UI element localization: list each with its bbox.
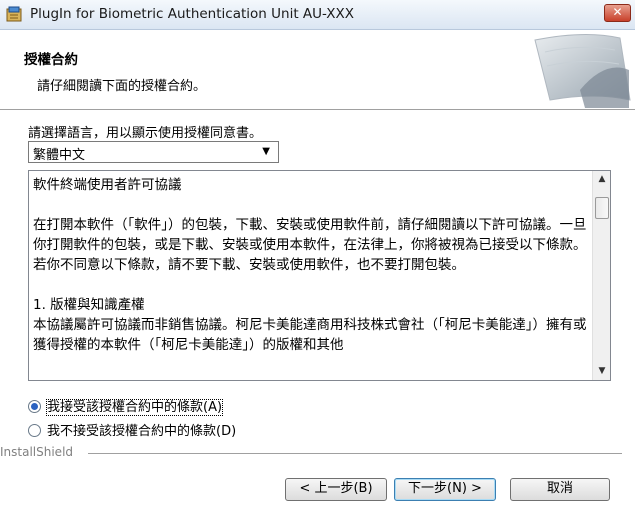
accept-label: 我接受該授權合約中的條款(A) <box>45 399 224 416</box>
license-scrollbar[interactable]: ▲ ▼ <box>592 171 610 380</box>
scroll-thumb[interactable] <box>595 197 609 219</box>
page-title: 授權合約 <box>24 52 78 68</box>
decline-label: 我不接受該授權合約中的條款(D) <box>47 424 237 439</box>
decline-radio[interactable] <box>28 424 41 437</box>
accept-radio[interactable] <box>28 400 41 413</box>
license-paragraph: 本協議屬許可協議而非銷售協議。柯尼卡美能達商用科技株式會社（「柯尼卡美能達」）擁… <box>33 317 587 353</box>
license-textbox[interactable]: 軟件終端使用者許可協議 在打開本軟件（「軟件」）的包裝，下載、安裝或使用軟件前，… <box>28 170 611 381</box>
close-icon: ✕ <box>612 5 623 19</box>
header-decoration-icon <box>534 33 631 108</box>
license-paragraph: 在打開本軟件（「軟件」）的包裝，下載、安裝或使用軟件前，請仔細閱讀以下許可協議。… <box>33 217 587 273</box>
next-button[interactable]: 下一步(N) > <box>394 478 496 501</box>
back-button[interactable]: < 上一步(B) <box>285 478 387 501</box>
installshield-brand: InstallShield <box>0 445 74 459</box>
chevron-down-icon: ▼ <box>262 146 270 157</box>
decline-option[interactable]: 我不接受該授權合約中的條款(D) <box>28 420 236 439</box>
language-label: 請選擇語言，用以顯示使用授權同意書。 <box>28 126 263 141</box>
title-bar: PlugIn for Biometric Authentication Unit… <box>0 0 635 30</box>
scroll-down-icon[interactable]: ▼ <box>593 363 610 380</box>
language-select[interactable]: 繁體中文 ▼ <box>28 141 279 163</box>
close-button[interactable]: ✕ <box>604 4 631 22</box>
scroll-up-icon[interactable]: ▲ <box>593 171 610 188</box>
license-section-heading: 1. 版權與知識產權 <box>33 297 145 313</box>
language-select-value: 繁體中文 <box>33 148 86 163</box>
accept-option[interactable]: 我接受該授權合約中的條款(A) <box>28 396 224 416</box>
license-heading: 軟件終端使用者許可協議 <box>33 177 182 193</box>
footer-divider <box>88 453 622 455</box>
license-text: 軟件終端使用者許可協議 在打開本軟件（「軟件」）的包裝，下載、安裝或使用軟件前，… <box>33 175 589 355</box>
dialog-header: 授權合約 請仔細閱讀下面的授權合約。 <box>0 30 635 110</box>
installer-icon <box>6 6 22 22</box>
window-title: PlugIn for Biometric Authentication Unit… <box>30 6 354 22</box>
cancel-button[interactable]: 取消 <box>510 478 610 501</box>
page-subtitle: 請仔細閱讀下面的授權合約。 <box>37 79 207 94</box>
